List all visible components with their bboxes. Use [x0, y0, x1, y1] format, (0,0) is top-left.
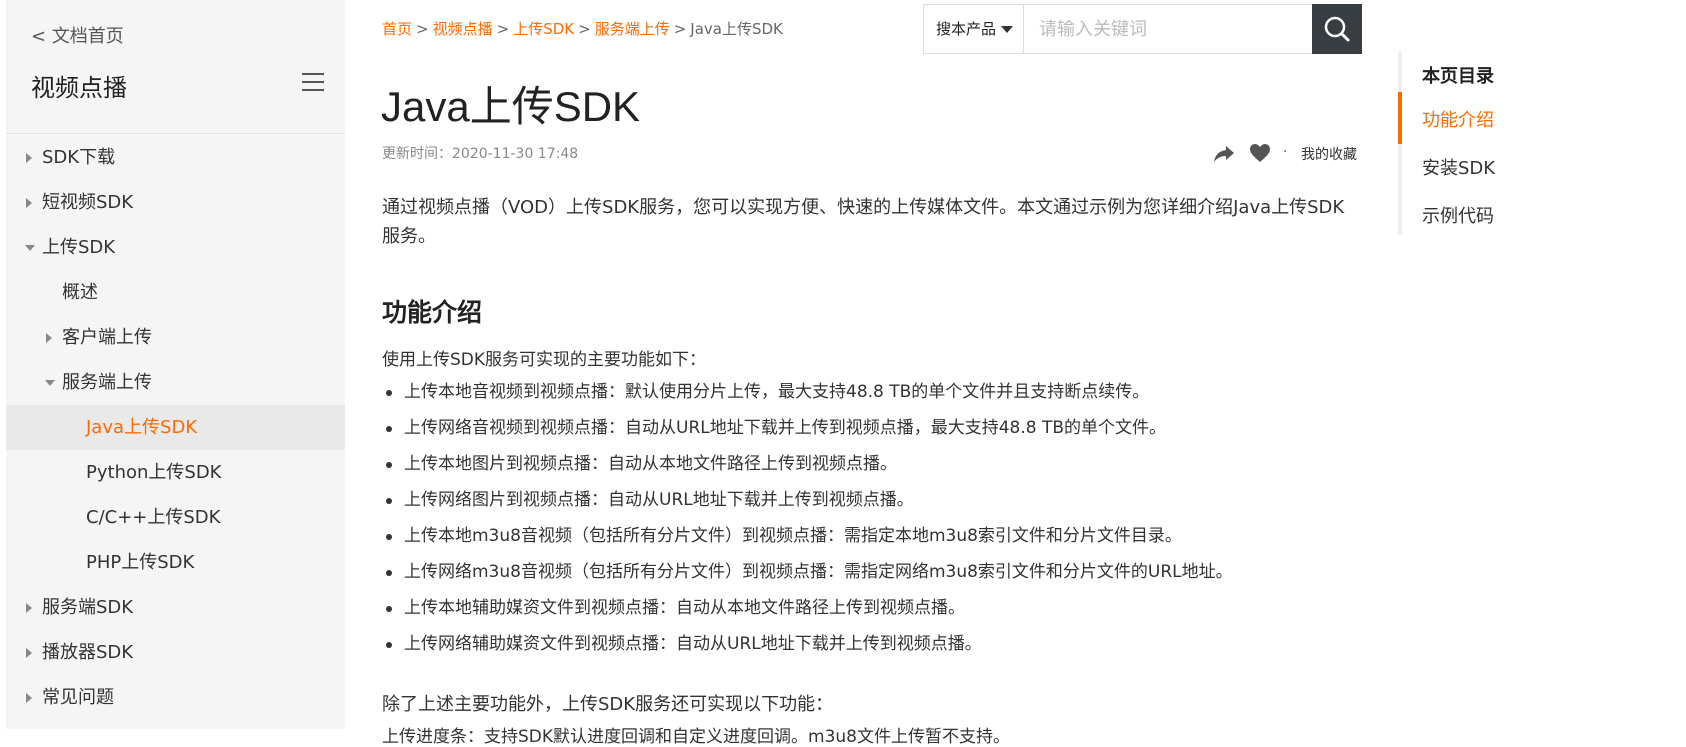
intro-paragraph: 通过视频点播（VOD）上传SDK服务，您可以实现方便、快速的上传媒体文件。本文通…	[382, 197, 1345, 247]
caret-right-icon	[46, 333, 52, 343]
caret-right-icon	[26, 198, 32, 208]
sidebar-item-server-upload[interactable]: 服务端上传	[6, 360, 345, 405]
heart-icon[interactable]	[1249, 142, 1271, 164]
search-scope-dropdown[interactable]: 搜本产品	[924, 5, 1024, 53]
table-of-contents: 本页目录 功能介绍 安装SDK 示例代码	[1398, 52, 1602, 235]
search-icon	[1324, 16, 1350, 42]
caret-right-icon	[26, 648, 32, 658]
toc-active-marker	[1398, 92, 1402, 144]
sidebar-item-cpp-upload-sdk[interactable]: C/C++上传SDK	[6, 495, 345, 540]
extra-feature-first: 上传进度条：支持SDK默认进度回调和自定义进度回调。m3u8文件上传暂不支持。	[382, 727, 1010, 747]
caret-right-icon	[26, 693, 32, 703]
toc-title: 本页目录	[1422, 66, 1494, 87]
sidebar-item-client-upload[interactable]: 客户端上传	[6, 315, 345, 360]
sidebar-title: 视频点播	[31, 74, 127, 102]
sidebar-item-python-upload-sdk[interactable]: Python上传SDK	[6, 450, 345, 495]
search-input[interactable]	[1025, 5, 1315, 53]
breadcrumb-upload-sdk[interactable]: 上传SDK	[513, 20, 574, 38]
list-item: 上传本地辅助媒资文件到视频点播：自动从本地文件路径上传到视频点播。	[382, 593, 1233, 629]
caret-right-icon	[26, 603, 32, 613]
breadcrumb: 首页 > 视频点播 > 上传SDK > 服务端上传 > Java上传SDK	[382, 20, 783, 38]
page-title: Java上传SDK	[381, 83, 641, 130]
features-lead: 使用上传SDK服务可实现的主要功能如下：	[382, 350, 707, 370]
toc-item-install-sdk[interactable]: 安装SDK	[1422, 154, 1495, 180]
toc-item-features[interactable]: 功能介绍	[1422, 106, 1494, 132]
sidebar-item-overview[interactable]: 概述	[6, 270, 345, 315]
search-bar: 搜本产品	[923, 4, 1362, 54]
sidebar-item-faq[interactable]: 常见问题	[6, 675, 345, 720]
sidebar-item-java-upload-sdk[interactable]: Java上传SDK	[6, 405, 345, 450]
sidebar-item-player-sdk[interactable]: 播放器SDK	[6, 630, 345, 675]
back-to-docs-link[interactable]: < 文档首页	[31, 22, 124, 48]
list-item: 上传本地音视频到视频点播：默认使用分片上传，最大支持48.8 TB的单个文件并且…	[382, 377, 1233, 413]
sidebar-item-server-sdk[interactable]: 服务端SDK	[6, 585, 345, 630]
search-button[interactable]	[1312, 4, 1362, 54]
breadcrumb-current: Java上传SDK	[690, 20, 783, 38]
list-item: 上传本地m3u8音视频（包括所有分片文件）到视频点播：需指定本地m3u8索引文件…	[382, 521, 1233, 557]
feature-list: 上传本地音视频到视频点播：默认使用分片上传，最大支持48.8 TB的单个文件并且…	[382, 377, 1233, 665]
sidebar: 脱 SDK下载 短视频SDK 上传SDK 概述 客户端上传 服务端上传 Java…	[6, 0, 345, 729]
sidebar-header: < 文档首页 视频点播	[6, 0, 345, 134]
sidebar-item-php-upload-sdk[interactable]: PHP上传SDK	[6, 540, 345, 585]
my-favorites-link[interactable]: 我的收藏	[1301, 144, 1357, 164]
list-item: 上传网络音视频到视频点播：自动从URL地址下载并上传到视频点播，最大支持48.8…	[382, 413, 1233, 449]
breadcrumb-home[interactable]: 首页	[382, 20, 412, 38]
sidebar-item-upload-sdk[interactable]: 上传SDK	[6, 225, 345, 270]
hamburger-menu-icon[interactable]	[302, 73, 324, 91]
caret-down-icon	[1001, 26, 1013, 33]
caret-down-icon	[25, 245, 35, 251]
breadcrumb-vod[interactable]: 视频点播	[433, 20, 493, 38]
list-item: 上传网络m3u8音视频（包括所有分片文件）到视频点播：需指定网络m3u8索引文件…	[382, 557, 1233, 593]
sidebar-item-short-video-sdk[interactable]: 短视频SDK	[6, 180, 345, 225]
sidebar-item-sdk-download[interactable]: SDK下载	[6, 135, 345, 180]
caret-down-icon	[45, 380, 55, 386]
section-heading-features: 功能介绍	[382, 298, 483, 327]
toc-item-sample-code[interactable]: 示例代码	[1422, 202, 1494, 228]
list-item: 上传网络辅助媒资文件到视频点播：自动从URL地址下载并上传到视频点播。	[382, 629, 1233, 665]
extra-features-lead: 除了上述主要功能外，上传SDK服务还可实现以下功能：	[382, 694, 834, 715]
list-item: 上传本地图片到视频点播：自动从本地文件路径上传到视频点播。	[382, 449, 1233, 485]
update-time: 更新时间：2020-11-30 17:48	[382, 146, 579, 162]
sidebar-nav: 脱 SDK下载 短视频SDK 上传SDK 概述 客户端上传 服务端上传 Java…	[6, 107, 345, 720]
list-item: 上传网络图片到视频点播：自动从URL地址下载并上传到视频点播。	[382, 485, 1233, 521]
share-icon[interactable]	[1213, 142, 1235, 164]
breadcrumb-server-upload[interactable]: 服务端上传	[595, 20, 670, 38]
caret-right-icon	[26, 153, 32, 163]
